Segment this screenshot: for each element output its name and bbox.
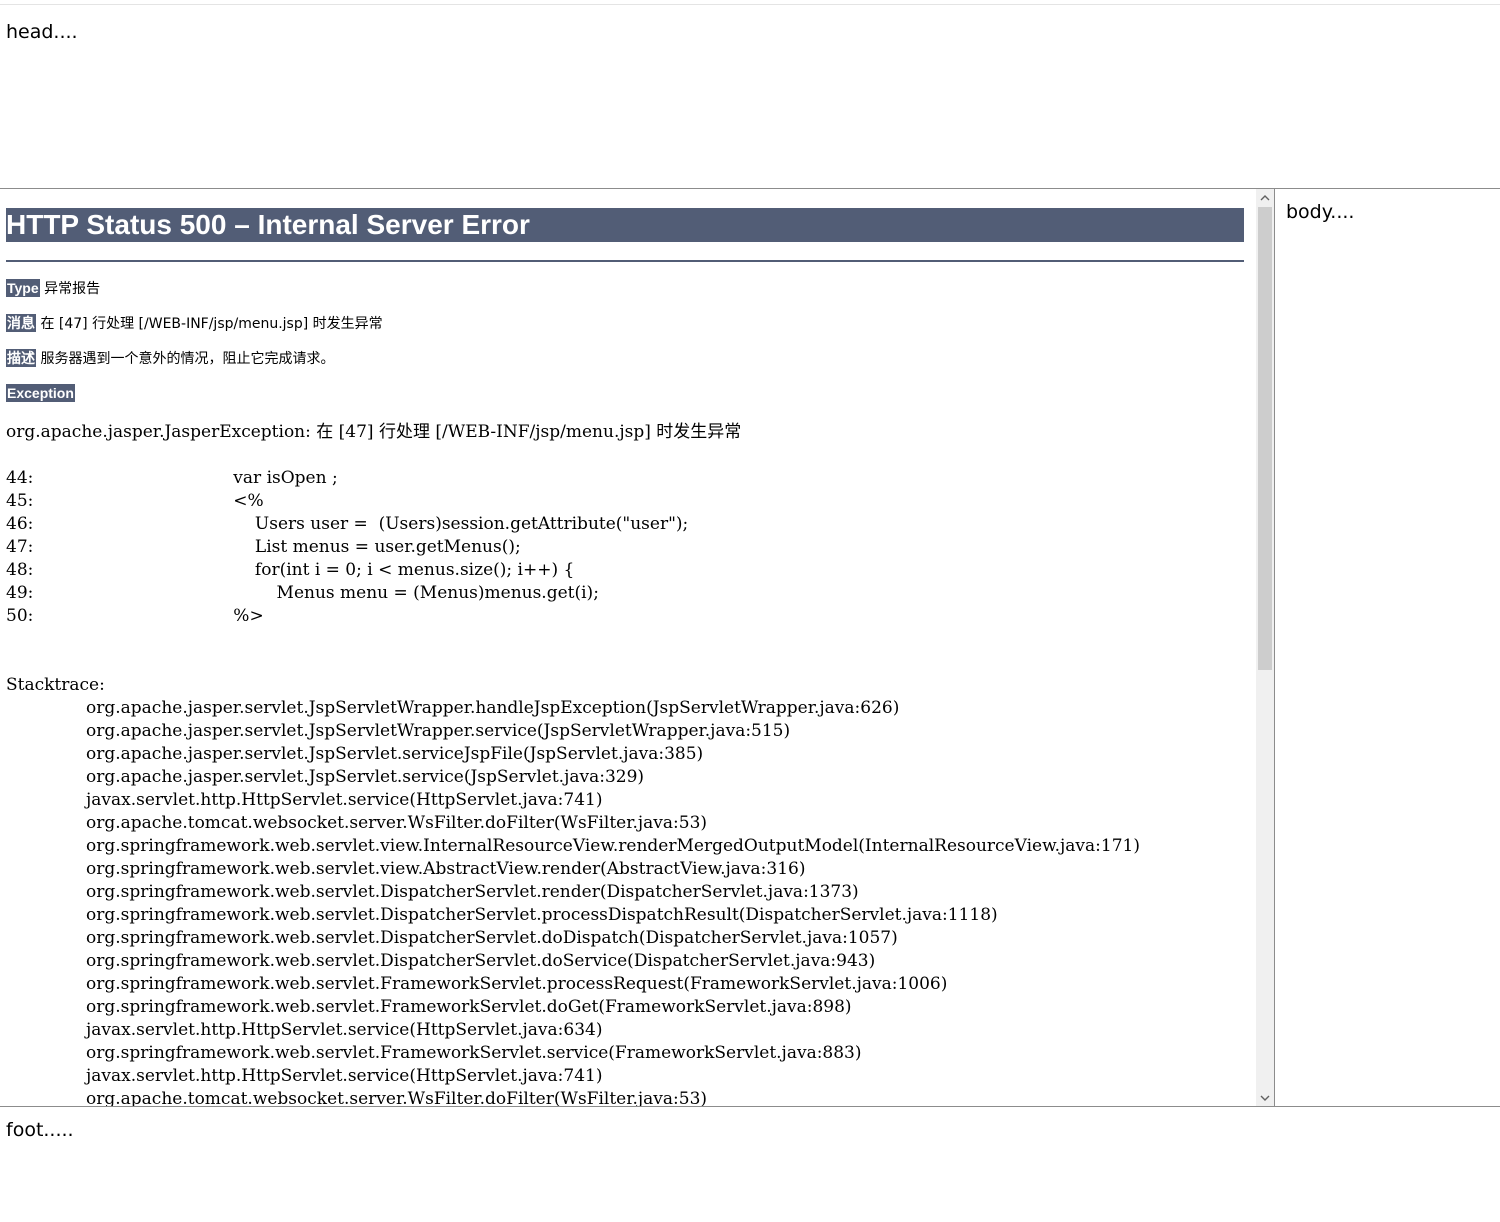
stacktrace-line: org.springframework.web.servlet.Framewor… bbox=[86, 974, 948, 994]
stacktrace-line: org.apache.tomcat.websocket.server.WsFil… bbox=[86, 1089, 708, 1106]
type-row: Type 异常报告 bbox=[6, 279, 1244, 297]
head-frame-text: head.... bbox=[6, 21, 78, 43]
exception-block: org.apache.jasper.JasperException: 在 [47… bbox=[6, 421, 1244, 1106]
exception-label: Exception bbox=[6, 384, 75, 402]
chevron-up-icon[interactable] bbox=[1256, 189, 1274, 206]
stacktrace-line: org.springframework.web.servlet.view.Int… bbox=[86, 836, 1140, 856]
foot-frame-text: foot..... bbox=[6, 1119, 74, 1141]
code-line: 45: <% bbox=[6, 491, 264, 511]
error-page: HTTP Status 500 – Internal Server Error … bbox=[6, 189, 1244, 1106]
scrollbar-thumb[interactable] bbox=[1258, 207, 1272, 670]
title-divider bbox=[6, 260, 1244, 262]
description-value: 服务器遇到一个意外的情况，阻止它完成请求。 bbox=[40, 351, 335, 367]
code-line: 49: Menus menu = (Menus)menus.get(i); bbox=[6, 583, 599, 603]
stacktrace-line: org.springframework.web.servlet.Framewor… bbox=[86, 1043, 862, 1063]
error-frame: HTTP Status 500 – Internal Server Error … bbox=[0, 188, 1275, 1106]
exception-message: org.apache.jasper.JasperException: 在 [47… bbox=[6, 422, 742, 442]
stacktrace-line: org.apache.jasper.servlet.JspServlet.ser… bbox=[86, 744, 704, 764]
stacktrace-line: org.apache.tomcat.websocket.server.WsFil… bbox=[86, 813, 708, 833]
description-label: 描述 bbox=[6, 349, 36, 367]
stacktrace-line: org.apache.jasper.servlet.JspServletWrap… bbox=[86, 721, 791, 741]
exception-row: Exception bbox=[6, 384, 1244, 402]
stacktrace-line: org.springframework.web.servlet.Dispatch… bbox=[86, 882, 859, 902]
stacktrace-line: org.apache.jasper.servlet.JspServlet.ser… bbox=[86, 767, 645, 787]
stacktrace-list: org.apache.jasper.servlet.JspServletWrap… bbox=[6, 697, 1244, 1106]
page-title: HTTP Status 500 – Internal Server Error bbox=[6, 208, 1244, 242]
stacktrace-line: org.springframework.web.servlet.Dispatch… bbox=[86, 951, 876, 971]
type-label: Type bbox=[6, 279, 40, 297]
stacktrace-line: org.apache.jasper.servlet.JspServletWrap… bbox=[86, 698, 900, 718]
code-line: 44: var isOpen ; bbox=[6, 468, 338, 488]
stacktrace-line: javax.servlet.http.HttpServlet.service(H… bbox=[86, 1066, 603, 1086]
message-label: 消息 bbox=[6, 314, 36, 332]
description-row: 描述 服务器遇到一个意外的情况，阻止它完成请求。 bbox=[6, 349, 1244, 367]
stacktrace-line: org.springframework.web.servlet.view.Abs… bbox=[86, 859, 806, 879]
stacktrace-line: org.springframework.web.servlet.Dispatch… bbox=[86, 928, 898, 948]
code-line: 47: List menus = user.getMenus(); bbox=[6, 537, 521, 557]
chevron-down-icon[interactable] bbox=[1256, 1089, 1274, 1106]
vertical-scrollbar[interactable] bbox=[1256, 189, 1274, 1106]
code-line: 48: for(int i = 0; i < menus.size(); i++… bbox=[6, 560, 575, 580]
code-line: 46: Users user = (Users)session.getAttri… bbox=[6, 514, 689, 534]
foot-frame: foot..... bbox=[0, 1106, 1500, 1222]
stacktrace-label: Stacktrace: bbox=[6, 675, 105, 695]
head-frame: head.... bbox=[0, 5, 1500, 188]
stacktrace-line: org.springframework.web.servlet.Framewor… bbox=[86, 997, 852, 1017]
stacktrace-line: javax.servlet.http.HttpServlet.service(H… bbox=[86, 1020, 603, 1040]
message-value: 在 [47] 行处理 [/WEB-INF/jsp/menu.jsp] 时发生异常 bbox=[40, 316, 383, 332]
stacktrace-line: org.springframework.web.servlet.Dispatch… bbox=[86, 905, 998, 925]
code-line: 50: %> bbox=[6, 606, 264, 626]
message-row: 消息 在 [47] 行处理 [/WEB-INF/jsp/menu.jsp] 时发… bbox=[6, 314, 1244, 332]
body-frame-text: body.... bbox=[1286, 201, 1355, 223]
type-value: 异常报告 bbox=[44, 281, 101, 297]
stacktrace-line: javax.servlet.http.HttpServlet.service(H… bbox=[86, 790, 603, 810]
body-frame: body.... bbox=[1275, 188, 1500, 1106]
